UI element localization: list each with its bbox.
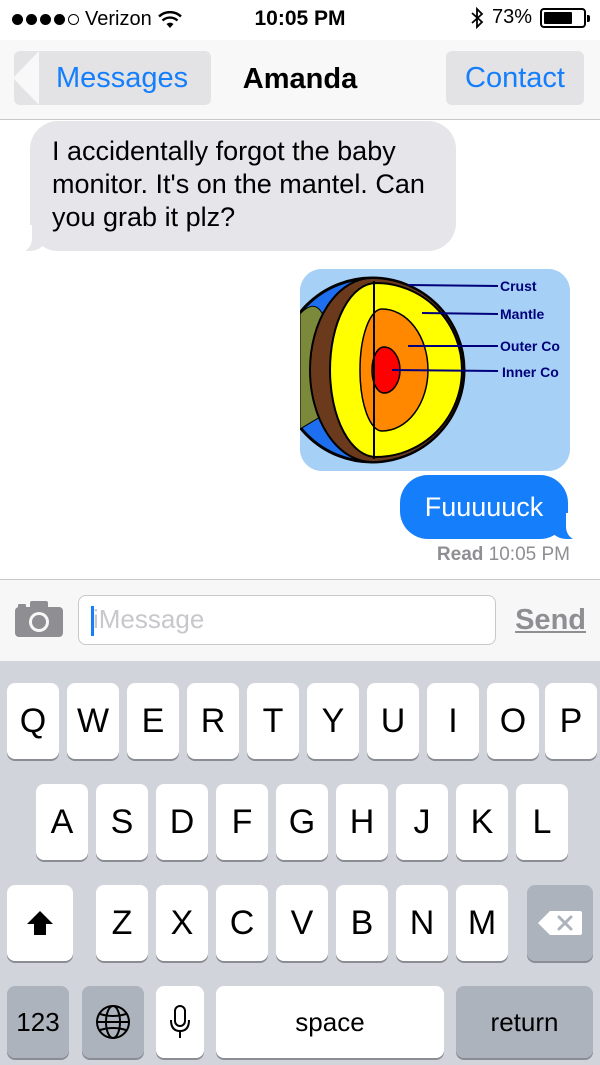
message-input-bar: iMessage Send <box>0 579 600 661</box>
key-j[interactable]: J <box>396 784 448 860</box>
read-time: 10:05 PM <box>488 544 570 565</box>
conversation-area[interactable]: I accidentally forgot the baby monitor. … <box>0 121 600 579</box>
key-u[interactable]: U <box>367 683 419 759</box>
keyboard: Q W E R T Y U I O P A S D F G H J K L Z … <box>0 661 600 1065</box>
key-i[interactable]: I <box>427 683 479 759</box>
key-g[interactable]: G <box>276 784 328 860</box>
key-z[interactable]: Z <box>96 885 148 961</box>
read-receipt: Read 10:05 PM <box>437 544 570 566</box>
imessage-placeholder: iMessage <box>93 604 205 634</box>
status-right: 73% <box>470 6 590 29</box>
diagram-label-crust: Crust <box>500 278 537 294</box>
key-o[interactable]: O <box>487 683 539 759</box>
outgoing-message-bubble[interactable]: Fuuuuuck <box>400 475 592 541</box>
key-w[interactable]: W <box>67 683 119 759</box>
backspace-icon <box>538 911 582 935</box>
return-key[interactable]: return <box>456 986 593 1058</box>
diagram-label-mantle: Mantle <box>500 306 545 322</box>
contact-button[interactable]: Contact <box>446 51 584 105</box>
battery-percent: 73% <box>491 6 532 28</box>
image-message-bubble[interactable]: Crust Mantle Outer Co Inner Co <box>300 269 570 471</box>
globe-key[interactable] <box>82 986 144 1058</box>
text-cursor <box>91 606 94 636</box>
key-v[interactable]: V <box>276 885 328 961</box>
key-t[interactable]: T <box>247 683 299 759</box>
imessage-input[interactable]: iMessage <box>78 595 496 645</box>
key-q[interactable]: Q <box>7 683 59 759</box>
navigation-bar: Messages Amanda Contact <box>0 40 600 120</box>
key-d[interactable]: D <box>156 784 208 860</box>
key-s[interactable]: S <box>96 784 148 860</box>
key-m[interactable]: M <box>456 885 508 961</box>
key-c[interactable]: C <box>216 885 268 961</box>
delete-key[interactable] <box>527 885 593 961</box>
read-label: Read <box>436 544 484 565</box>
space-key[interactable]: space <box>216 986 444 1058</box>
key-h[interactable]: H <box>336 784 388 860</box>
microphone-icon <box>170 1005 190 1038</box>
key-p[interactable]: P <box>545 683 597 759</box>
battery-icon <box>540 7 590 28</box>
battery-fill <box>544 11 572 24</box>
microphone-key[interactable] <box>156 986 204 1058</box>
earth-layers-diagram: Crust Mantle Outer Co Inner Co <box>300 269 570 471</box>
diagram-label-inner-core: Inner Co <box>502 364 559 380</box>
incoming-message-bubble[interactable]: I accidentally forgot the baby monitor. … <box>6 121 456 253</box>
key-r[interactable]: R <box>187 683 239 759</box>
send-button[interactable]: Send <box>515 604 586 637</box>
key-y[interactable]: Y <box>307 683 359 759</box>
diagram-label-outer-core: Outer Co <box>500 338 560 354</box>
key-f[interactable]: F <box>216 784 268 860</box>
key-n[interactable]: N <box>396 885 448 961</box>
bluetooth-icon <box>471 6 484 29</box>
key-x[interactable]: X <box>156 885 208 961</box>
shift-arrow-icon <box>27 911 53 935</box>
camera-icon[interactable] <box>14 600 64 638</box>
key-e[interactable]: E <box>127 683 179 759</box>
key-b[interactable]: B <box>336 885 388 961</box>
key-a[interactable]: A <box>36 784 88 860</box>
globe-icon <box>96 1005 130 1039</box>
shift-key[interactable] <box>7 885 73 961</box>
key-k[interactable]: K <box>456 784 508 860</box>
key-l[interactable]: L <box>516 784 568 860</box>
numbers-key[interactable]: 123 <box>7 986 69 1058</box>
status-bar: Verizon 10:05 PM 73% <box>0 0 600 40</box>
